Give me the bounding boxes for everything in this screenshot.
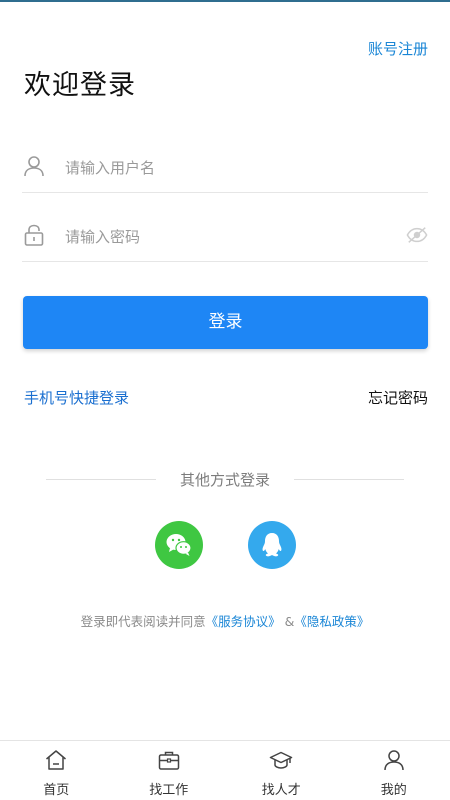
wechat-login-button[interactable] [155,521,203,569]
register-link[interactable]: 账号注册 [368,38,428,59]
tab-mine[interactable]: 我的 [338,741,450,800]
password-field[interactable]: 请输入密码 [22,209,428,262]
qq-icon [262,533,282,557]
top-accent-line [0,0,450,2]
phone-quick-login-link[interactable]: 手机号快捷登录 [24,387,129,408]
briefcase-icon [158,751,179,770]
tab-home[interactable]: 首页 [0,741,113,800]
user-icon [384,750,404,771]
agreement-joiner: & [280,614,295,629]
user-icon [24,156,44,177]
tab-mine-label: 我的 [380,783,407,798]
divider-right [294,479,404,480]
graduation-cap-icon [270,751,293,769]
privacy-policy-link[interactable]: 《隐私政策》 [294,614,369,629]
tab-find-talent[interactable]: 找人才 [225,741,338,800]
tab-find-talent-label: 找人才 [261,783,301,798]
agreement-text: 登录即代表阅读并同意《服务协议》 &《隐私政策》 [0,611,450,630]
tab-find-job-label: 找工作 [149,783,189,798]
lock-icon [24,224,44,246]
home-icon [46,750,67,770]
tab-find-job[interactable]: 找工作 [113,741,226,800]
eye-icon[interactable] [406,224,428,246]
username-input[interactable]: 请输入用户名 [65,157,155,178]
forgot-password-link[interactable]: 忘记密码 [368,387,428,408]
bottom-tab-bar: 首页 找工作 找人才 我的 [0,740,450,800]
tab-home-label: 首页 [43,783,70,798]
qq-login-button[interactable] [248,521,296,569]
agreement-prefix: 登录即代表阅读并同意 [80,614,206,629]
password-input[interactable]: 请输入密码 [65,226,140,247]
login-button[interactable]: 登录 [23,296,428,349]
page-title: 欢迎登录 [24,70,136,101]
wechat-icon [166,534,192,556]
service-agreement-link[interactable]: 《服务协议》 [206,614,281,629]
username-field[interactable]: 请输入用户名 [22,140,428,193]
